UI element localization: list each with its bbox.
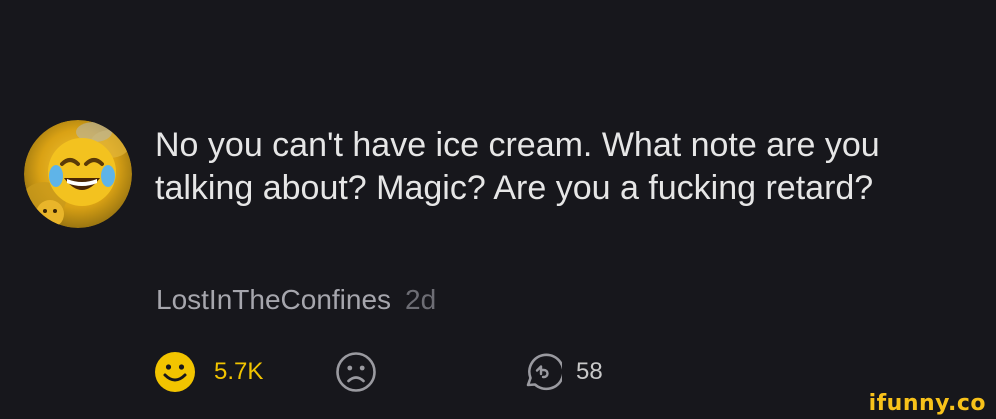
smile-count: 5.7K bbox=[214, 358, 264, 385]
reply-button[interactable]: 58 bbox=[520, 348, 603, 396]
ifunny-watermark: ifunny.co bbox=[868, 391, 986, 416]
comment-text: No you can't have ice cream. What note a… bbox=[155, 126, 880, 207]
reply-count: 58 bbox=[576, 358, 603, 385]
frown-button[interactable] bbox=[335, 348, 377, 396]
reply-icon bbox=[526, 353, 562, 391]
laughing-emoji-avatar-icon bbox=[24, 120, 132, 228]
user-avatar[interactable] bbox=[24, 120, 132, 228]
comment-meta: LostInTheConfines 2d bbox=[156, 283, 436, 317]
smile-icon bbox=[155, 352, 195, 392]
comment-author[interactable]: LostInTheConfines bbox=[156, 284, 391, 315]
frown-icon bbox=[336, 352, 376, 392]
comment-age: 2d bbox=[405, 284, 437, 315]
comment-screen: No you can't have ice cream. What note a… bbox=[0, 0, 996, 419]
smile-button[interactable]: 5.7K bbox=[154, 348, 263, 396]
